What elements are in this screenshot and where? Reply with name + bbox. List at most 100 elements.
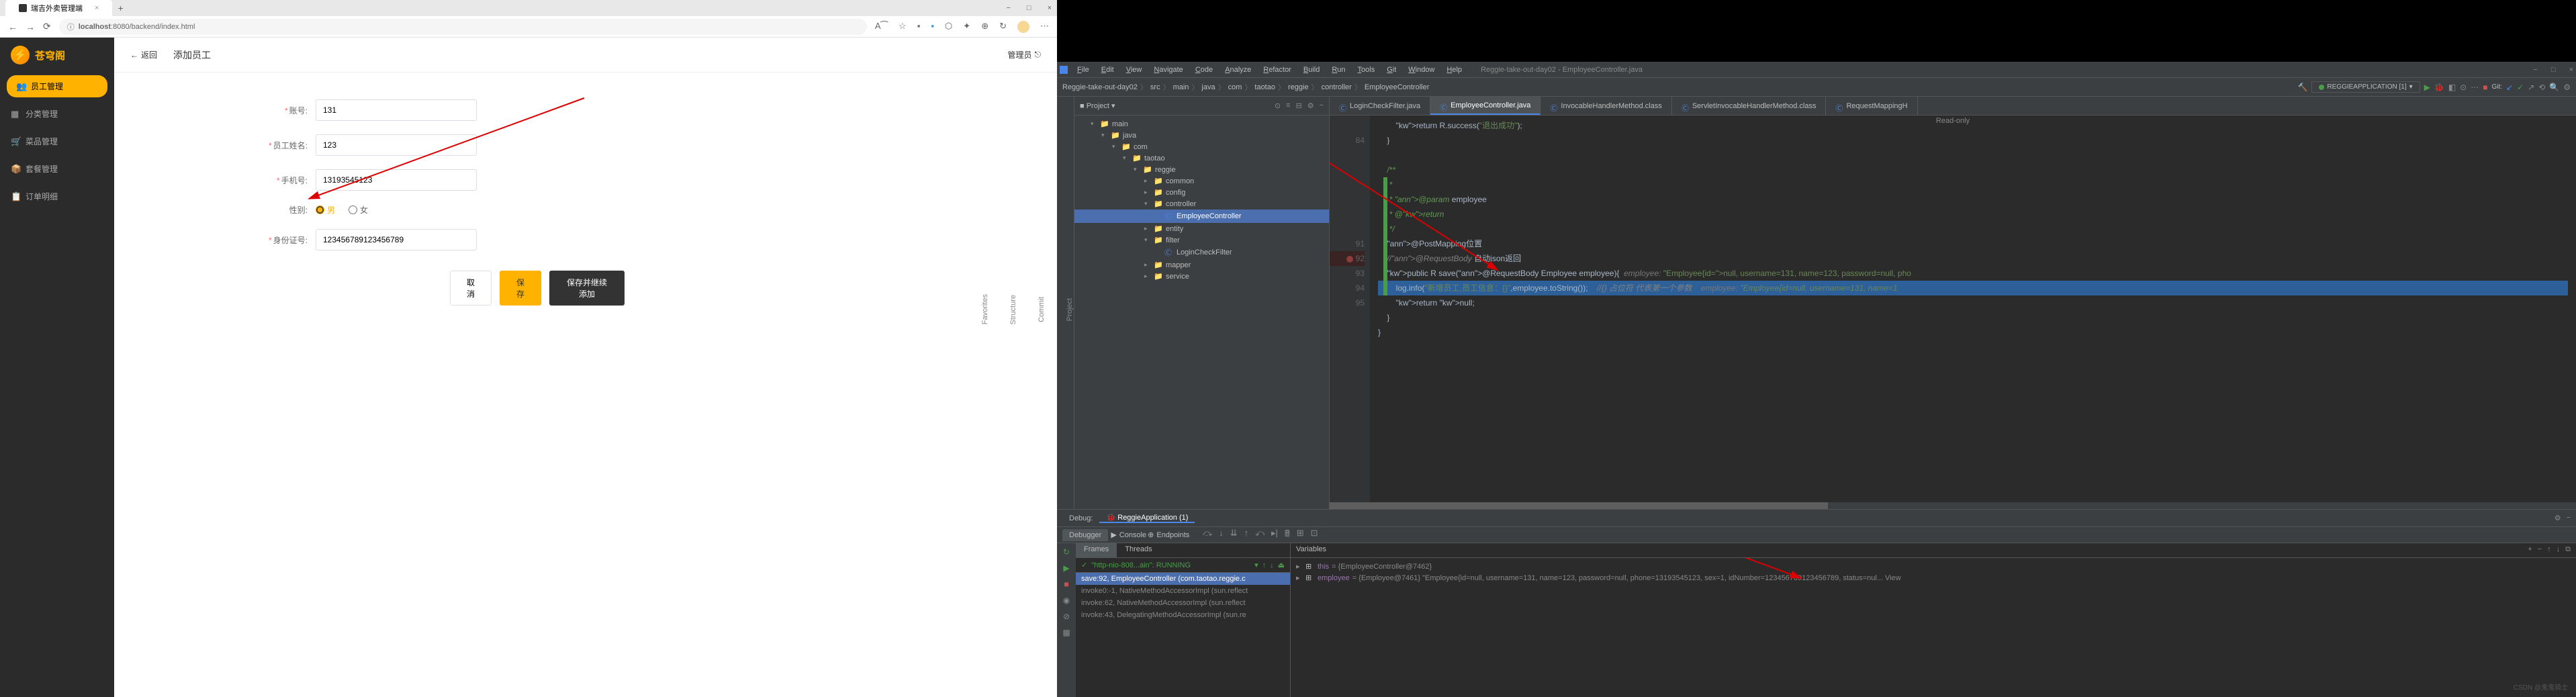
watch-down-icon[interactable]: ↓ — [2557, 545, 2561, 555]
menu-item[interactable]: Build — [1298, 64, 1325, 76]
remove-watch-icon[interactable]: − — [2538, 545, 2542, 555]
profile-button[interactable]: ⊙ — [2460, 83, 2467, 92]
tree-node[interactable]: ▾📁java — [1074, 130, 1329, 141]
sync-icon[interactable]: ↻ — [999, 21, 1007, 33]
refresh-button[interactable]: ⟳ — [43, 21, 51, 32]
copy-watch-icon[interactable]: ⧉ — [2565, 545, 2571, 555]
menu-item[interactable]: View — [1121, 64, 1148, 76]
debug-config-tab[interactable]: 🐞 ReggieApplication (1) — [1099, 513, 1195, 523]
panel-hide-icon[interactable]: − — [1320, 101, 1324, 110]
sidebar-item[interactable]: 👥员工管理 — [7, 75, 107, 97]
editor-code[interactable]: "kw">return R.success("退出成功"); } /** * *… — [1370, 115, 2576, 502]
git-history-icon[interactable]: ⟲ — [2538, 83, 2545, 92]
more-icon[interactable]: ⋯ — [1040, 21, 1049, 33]
var-row[interactable]: ▸⊞ this = {EmployeeController@7462} — [1296, 561, 2571, 572]
step-out-icon[interactable]: ↑ — [1244, 528, 1249, 543]
ext3-icon[interactable]: ⬡ — [945, 21, 952, 33]
var-expand-icon[interactable]: ▸ — [1296, 573, 1303, 582]
ide-maximize-button[interactable]: □ — [2551, 66, 2556, 74]
menu-item[interactable]: Navigate — [1148, 64, 1188, 76]
close-button[interactable]: × — [1048, 4, 1052, 12]
menu-item[interactable]: Window — [1403, 64, 1440, 76]
tree-node[interactable]: ▾📁com — [1074, 141, 1329, 152]
sidebar-item[interactable]: 📋订单明细 — [0, 183, 114, 210]
phone-input[interactable] — [316, 169, 477, 191]
sex-female-radio[interactable]: 女 — [349, 204, 368, 216]
frames-tab[interactable]: Frames — [1076, 543, 1117, 557]
resume-icon[interactable]: ▶ — [1063, 563, 1069, 573]
editor-tab[interactable]: ⒸRequestMappingH — [1826, 97, 1917, 115]
threads-tab[interactable]: Threads — [1117, 543, 1160, 557]
tab-close-icon[interactable]: × — [95, 4, 99, 12]
menu-item[interactable]: Edit — [1096, 64, 1119, 76]
new-watch-icon[interactable]: + — [2528, 545, 2532, 555]
favorites-tool-button[interactable]: Favorites — [981, 294, 989, 324]
frame-item[interactable]: invoke0:-1, NativeMethodAccessorImpl (su… — [1076, 585, 1290, 597]
tree-arrow-icon[interactable]: ▾ — [1144, 200, 1151, 207]
tree-arrow-icon[interactable]: ▸ — [1144, 273, 1151, 280]
breadcrumb-item[interactable]: taotao — [1254, 83, 1275, 91]
expand-all-icon[interactable]: ≡ — [1286, 101, 1290, 110]
tree-arrow-icon[interactable]: ▾ — [1144, 236, 1151, 244]
tree-node[interactable]: ▸📁config — [1074, 187, 1329, 198]
save-button[interactable]: 保存 — [500, 271, 541, 306]
tree-arrow-icon[interactable]: ▸ — [1144, 261, 1151, 269]
panel-settings-icon[interactable]: ⚙ — [1307, 101, 1314, 110]
tree-arrow-icon[interactable]: ▾ — [1134, 166, 1140, 173]
frame-item[interactable]: save:92, EmployeeController (com.taotao.… — [1076, 573, 1290, 585]
id-input[interactable] — [316, 229, 477, 250]
tree-node[interactable]: ▸📁common — [1074, 175, 1329, 187]
stop-button[interactable]: ■ — [2483, 83, 2487, 92]
menu-item[interactable]: Refactor — [1258, 64, 1297, 76]
collections-icon[interactable]: ⊕ — [981, 21, 988, 33]
breadcrumb-item[interactable]: com — [1228, 83, 1242, 91]
project-tool-button[interactable]: Project — [1066, 298, 1074, 321]
tree-node[interactable]: ▾📁main — [1074, 118, 1329, 130]
minimize-button[interactable]: − — [1006, 4, 1010, 12]
frame-filter-icon[interactable]: ⏏ — [1278, 561, 1285, 569]
ext4-icon[interactable]: ✦ — [963, 21, 970, 33]
menu-item[interactable]: Code — [1190, 64, 1218, 76]
menu-item[interactable]: Analyze — [1220, 64, 1256, 76]
breadcrumb-item[interactable]: src — [1150, 83, 1160, 91]
breadcrumb-item[interactable]: EmployeeController — [1365, 83, 1430, 91]
rerun-icon[interactable]: ↻ — [1063, 547, 1070, 557]
var-expand-icon[interactable]: ▸ — [1296, 562, 1303, 571]
star-icon[interactable]: ☆ — [899, 21, 907, 33]
commit-tool-button[interactable]: Commit — [1038, 297, 1046, 322]
breadcrumb-item[interactable]: reggie — [1288, 83, 1309, 91]
endpoints-tab[interactable]: ⊕ Endpoints — [1148, 530, 1189, 539]
debug-settings-icon[interactable]: ⚙ — [2555, 514, 2561, 522]
forward-button[interactable]: → — [26, 21, 35, 32]
ext2-icon[interactable]: ▪ — [931, 21, 934, 33]
evaluate-icon[interactable]: 🖩 — [1285, 528, 1290, 543]
tree-arrow-icon[interactable]: ▸ — [1144, 225, 1151, 232]
console-tab[interactable]: ▶ Console — [1111, 530, 1146, 539]
next-frame-icon[interactable]: ↓ — [1270, 561, 1274, 569]
back-link[interactable]: ← 返回 — [130, 49, 157, 60]
step-into-icon[interactable]: ↓ — [1219, 528, 1224, 543]
profile-avatar[interactable] — [1017, 21, 1029, 33]
reader-icon[interactable]: A⁀ — [875, 21, 888, 33]
frame-item[interactable]: invoke:43, DelegatingMethodAccessorImpl … — [1076, 609, 1290, 621]
menu-item[interactable]: Git — [1381, 64, 1401, 76]
tree-arrow-icon[interactable]: ▸ — [1144, 177, 1151, 185]
breadcrumb-item[interactable]: main — [1173, 83, 1189, 91]
header-user[interactable]: 管理员 ⎋ — [1007, 49, 1041, 60]
tree-node[interactable]: ▾📁taotao — [1074, 152, 1329, 164]
force-step-into-icon[interactable]: ⇊ — [1230, 528, 1238, 543]
thread-selector[interactable]: "http-nio-808...ain": RUNNING ▾ ↑ ↓ ⏏ — [1076, 558, 1290, 573]
frame-item[interactable]: invoke:62, NativeMethodAccessorImpl (sun… — [1076, 597, 1290, 609]
browser-tab[interactable]: 瑞吉外卖管理端 × — [5, 0, 112, 16]
prev-frame-icon[interactable]: ↑ — [1262, 561, 1267, 569]
editor-tab[interactable]: ⒸServletInvocableHandlerMethod.class — [1672, 97, 1827, 115]
debug-button[interactable]: 🐞 — [2434, 83, 2444, 92]
run-config-selector[interactable]: REGGIEAPPLICATION [1] ▾ — [2311, 81, 2420, 93]
breadcrumb-item[interactable]: controller — [1322, 83, 1352, 91]
tree-node[interactable]: ▾📁filter — [1074, 234, 1329, 246]
run-button[interactable]: ▶ — [2424, 83, 2430, 92]
save-continue-button[interactable]: 保存并继续添加 — [549, 271, 625, 306]
maximize-button[interactable]: □ — [1027, 4, 1031, 12]
tree-node[interactable]: ▸📁service — [1074, 271, 1329, 282]
ide-close-button[interactable]: × — [2569, 66, 2573, 74]
